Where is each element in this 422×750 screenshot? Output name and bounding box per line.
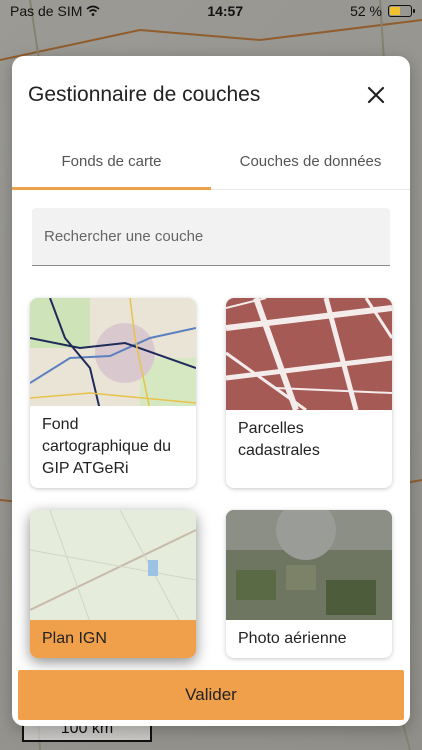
aerial-photo-thumbnail xyxy=(226,510,392,620)
clock: 14:57 xyxy=(207,3,244,19)
battery-percent: 52 % xyxy=(350,3,382,19)
dialog-title: Gestionnaire de couches xyxy=(28,83,261,106)
layer-card-cadastre[interactable]: Parcelles cadastrales xyxy=(226,298,392,488)
layer-label-aerial-photo: Photo aérienne xyxy=(238,630,347,647)
layer-card-plan-ign[interactable]: Plan IGN xyxy=(30,510,196,658)
layer-card-aerial-photo[interactable]: Photo aérienne xyxy=(226,510,392,658)
wifi-icon xyxy=(86,5,100,16)
layer-label-plan-ign: Plan IGN xyxy=(30,620,196,658)
tab-base-maps[interactable]: Fonds de carte xyxy=(12,134,211,190)
dialog-header: Gestionnaire de couches xyxy=(12,56,410,134)
battery-icon xyxy=(387,5,415,17)
plan-ign-thumbnail xyxy=(30,510,196,620)
carrier-label: Pas de SIM xyxy=(10,3,83,19)
layer-grid: Fond cartographique du GIP ATGeRi Parcel… xyxy=(12,266,410,658)
validate-label: Valider xyxy=(185,685,237,704)
tab-data-layers-label: Couches de données xyxy=(239,153,382,170)
layer-search-input[interactable] xyxy=(32,208,390,266)
tab-base-maps-label: Fonds de carte xyxy=(61,153,162,170)
layer-label-cadastre: Parcelles cadastrales xyxy=(238,420,320,459)
validate-button[interactable]: Valider xyxy=(18,670,404,720)
atgeri-thumbnail xyxy=(30,298,196,406)
close-button[interactable] xyxy=(358,77,394,113)
search-container xyxy=(12,190,410,266)
battery-fill xyxy=(389,7,400,15)
cadastre-thumbnail xyxy=(226,298,392,410)
layer-label-atgeri: Fond cartographique du GIP ATGeRi xyxy=(42,416,171,477)
status-bar: Pas de SIM 14:57 52 % xyxy=(0,0,422,22)
tab-data-layers[interactable]: Couches de données xyxy=(211,134,410,189)
close-icon xyxy=(367,86,385,104)
tab-bar: Fonds de carte Couches de données xyxy=(12,134,410,190)
layer-manager-dialog: Gestionnaire de couches Fonds de carte C… xyxy=(12,56,410,726)
layer-card-atgeri[interactable]: Fond cartographique du GIP ATGeRi xyxy=(30,298,196,488)
